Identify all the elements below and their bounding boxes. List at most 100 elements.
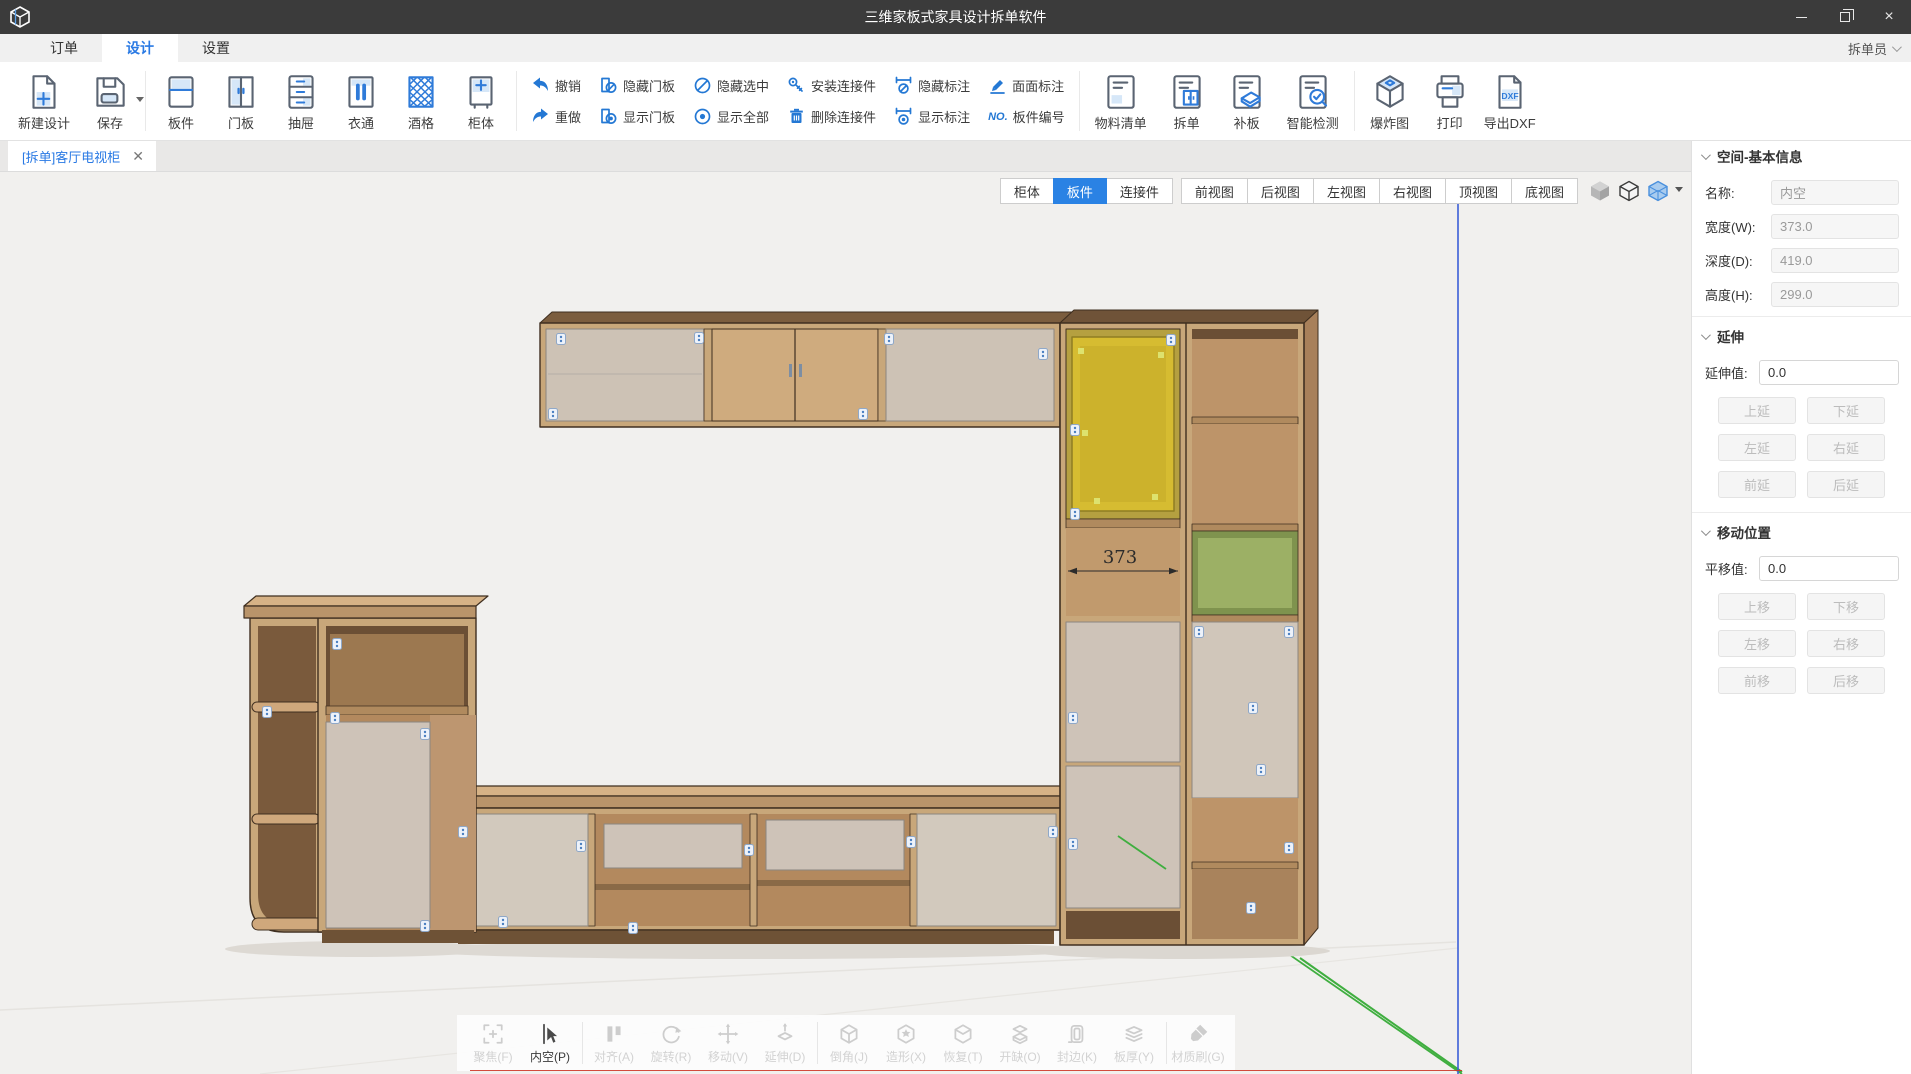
notch-button[interactable]: 开缺(O) xyxy=(992,1022,1049,1065)
redo-button[interactable]: 重做 xyxy=(531,107,581,126)
extend-front-button[interactable]: 前延 xyxy=(1718,471,1796,498)
extend-left-button[interactable]: 左延 xyxy=(1718,434,1796,461)
face-dimension-button[interactable]: 面面标注 xyxy=(988,76,1065,95)
rotate-button[interactable]: 旋转(R) xyxy=(643,1022,700,1065)
material-list-button[interactable]: 物料清单 xyxy=(1085,71,1157,132)
tab-settings[interactable]: 设置 xyxy=(178,34,254,62)
mode-cabinet-button[interactable]: 柜体 xyxy=(1000,178,1054,204)
export-dxf-icon: DXF xyxy=(1489,71,1531,113)
wall-cabinet-row xyxy=(540,312,1072,427)
mode-panel-button[interactable]: 板件 xyxy=(1053,178,1107,204)
move-down-button[interactable]: 下移 xyxy=(1807,593,1885,620)
section-extend-header[interactable]: 延伸 xyxy=(1692,321,1911,351)
minimize-button[interactable] xyxy=(1779,0,1823,34)
save-button[interactable]: 保存 xyxy=(80,71,140,132)
new-design-button[interactable]: 新建设计 xyxy=(8,71,80,132)
move-button[interactable]: 移动(V) xyxy=(700,1022,757,1065)
render-style-caret[interactable] xyxy=(1675,187,1683,196)
explode-view-button[interactable]: 爆炸图 xyxy=(1360,71,1420,132)
view-top-button[interactable]: 顶视图 xyxy=(1445,178,1512,204)
hide-selected-button[interactable]: 隐藏选中 xyxy=(693,76,769,95)
extend-down-button[interactable]: 下延 xyxy=(1807,397,1885,424)
extend-back-button[interactable]: 后延 xyxy=(1807,471,1885,498)
restore-button[interactable] xyxy=(1823,0,1867,34)
section-move-header[interactable]: 移动位置 xyxy=(1692,517,1911,547)
solid-cube-icon xyxy=(1588,179,1612,203)
smart-check-icon xyxy=(1292,71,1334,113)
restore-icon xyxy=(1840,12,1850,22)
thickness-icon xyxy=(1122,1022,1146,1046)
edgeband-button[interactable]: 封边(K) xyxy=(1049,1022,1106,1065)
clothes-rod-icon xyxy=(340,71,382,113)
show-doors-button[interactable]: 显示门板 xyxy=(599,107,675,126)
move-right-button[interactable]: 右移 xyxy=(1807,630,1885,657)
material-brush-button[interactable]: 材质刷(G) xyxy=(1170,1022,1227,1065)
3d-viewport-scene[interactable]: 373 xyxy=(0,172,1691,1074)
hide-doors-button[interactable]: 隐藏门板 xyxy=(599,76,675,95)
toolbar-separator xyxy=(516,71,517,131)
extend-button[interactable]: 延伸(D) xyxy=(757,1022,814,1065)
mode-connector-button[interactable]: 连接件 xyxy=(1106,178,1173,204)
tab-design[interactable]: 设计 xyxy=(102,34,178,62)
drawer-button[interactable]: 抽屉 xyxy=(271,71,331,132)
print-button[interactable]: 打印 xyxy=(1420,71,1480,132)
extend-value-input[interactable] xyxy=(1759,360,1899,385)
edgeband-icon xyxy=(1065,1022,1089,1046)
wine-rack-button[interactable]: 酒格 xyxy=(391,71,451,132)
undo-button[interactable]: 撤销 xyxy=(531,76,581,95)
door-panel-button[interactable]: 门板 xyxy=(211,71,271,132)
hide-dimension-button[interactable]: 隐藏标注 xyxy=(894,76,970,95)
view-right-button[interactable]: 右视图 xyxy=(1379,178,1446,204)
panel-button[interactable]: 板件 xyxy=(151,71,211,132)
thickness-button[interactable]: 板厚(Y) xyxy=(1106,1022,1163,1065)
restore-icon xyxy=(951,1022,975,1046)
clothes-rod-button[interactable]: 衣通 xyxy=(331,71,391,132)
show-dimension-button[interactable]: 显示标注 xyxy=(894,107,970,126)
tab-orders[interactable]: 订单 xyxy=(26,34,102,62)
move-left-button[interactable]: 左移 xyxy=(1718,630,1796,657)
save-dropdown-caret[interactable] xyxy=(136,97,144,106)
name-field xyxy=(1771,180,1899,205)
show-all-button[interactable]: 显示全部 xyxy=(693,107,769,126)
export-dxf-button[interactable]: DXF 导出DXF xyxy=(1480,71,1540,132)
install-connector-button[interactable]: 安装连接件 xyxy=(787,76,876,95)
section-basic-info-header[interactable]: 空间-基本信息 xyxy=(1692,141,1911,171)
tv-bench xyxy=(448,786,1074,944)
move-up-button[interactable]: 上移 xyxy=(1718,593,1796,620)
delete-connector-button[interactable]: 删除连接件 xyxy=(787,107,876,126)
close-tab-icon[interactable]: ✕ xyxy=(132,148,144,165)
view-back-button[interactable]: 后视图 xyxy=(1247,178,1314,204)
view-front-button[interactable]: 前视图 xyxy=(1181,178,1248,204)
move-value-input[interactable] xyxy=(1759,556,1899,581)
material-brush-icon xyxy=(1186,1022,1210,1046)
wireframe-cube-button[interactable] xyxy=(1616,178,1642,204)
shape-button[interactable]: 造形(X) xyxy=(878,1022,935,1065)
focus-button[interactable]: 聚焦(F) xyxy=(465,1022,522,1065)
split-order-button[interactable]: 拆单 xyxy=(1157,71,1217,132)
shape-icon xyxy=(894,1022,918,1046)
document-tab[interactable]: [拆单]客厅电视柜 ✕ xyxy=(8,141,156,171)
smart-check-button[interactable]: 智能检测 xyxy=(1277,71,1349,132)
move-front-button[interactable]: 前移 xyxy=(1718,667,1796,694)
part-number-button[interactable]: NO. 板件编号 xyxy=(988,107,1065,126)
inner-space-button[interactable]: 内空(P) xyxy=(522,1022,579,1065)
transparent-cube-button[interactable] xyxy=(1645,178,1671,204)
view-bottom-button[interactable]: 底视图 xyxy=(1511,178,1578,204)
align-button[interactable]: 对齐(A) xyxy=(586,1022,643,1065)
add-board-button[interactable]: 补板 xyxy=(1217,71,1277,132)
main-toolbar: 新建设计 保存 板件 门板 xyxy=(0,62,1911,141)
user-role-dropdown[interactable]: 拆单员 xyxy=(1848,34,1899,62)
close-button[interactable]: × xyxy=(1867,0,1911,34)
extend-up-button[interactable]: 上延 xyxy=(1718,397,1796,424)
solid-cube-button[interactable] xyxy=(1587,178,1613,204)
cabinet-3d-model[interactable]: 373 xyxy=(244,310,1318,945)
chamfer-button[interactable]: 倒角(J) xyxy=(821,1022,878,1065)
3d-viewport[interactable]: 373 xyxy=(0,172,1691,1074)
field-depth: 深度(D): xyxy=(1705,248,1899,273)
cabinet-body-button[interactable]: 柜体 xyxy=(451,71,511,132)
extend-right-button[interactable]: 右延 xyxy=(1807,434,1885,461)
move-back-button[interactable]: 后移 xyxy=(1807,667,1885,694)
view-left-button[interactable]: 左视图 xyxy=(1313,178,1380,204)
restore-button[interactable]: 恢复(T) xyxy=(935,1022,992,1065)
toolbar-separator xyxy=(1354,71,1355,131)
